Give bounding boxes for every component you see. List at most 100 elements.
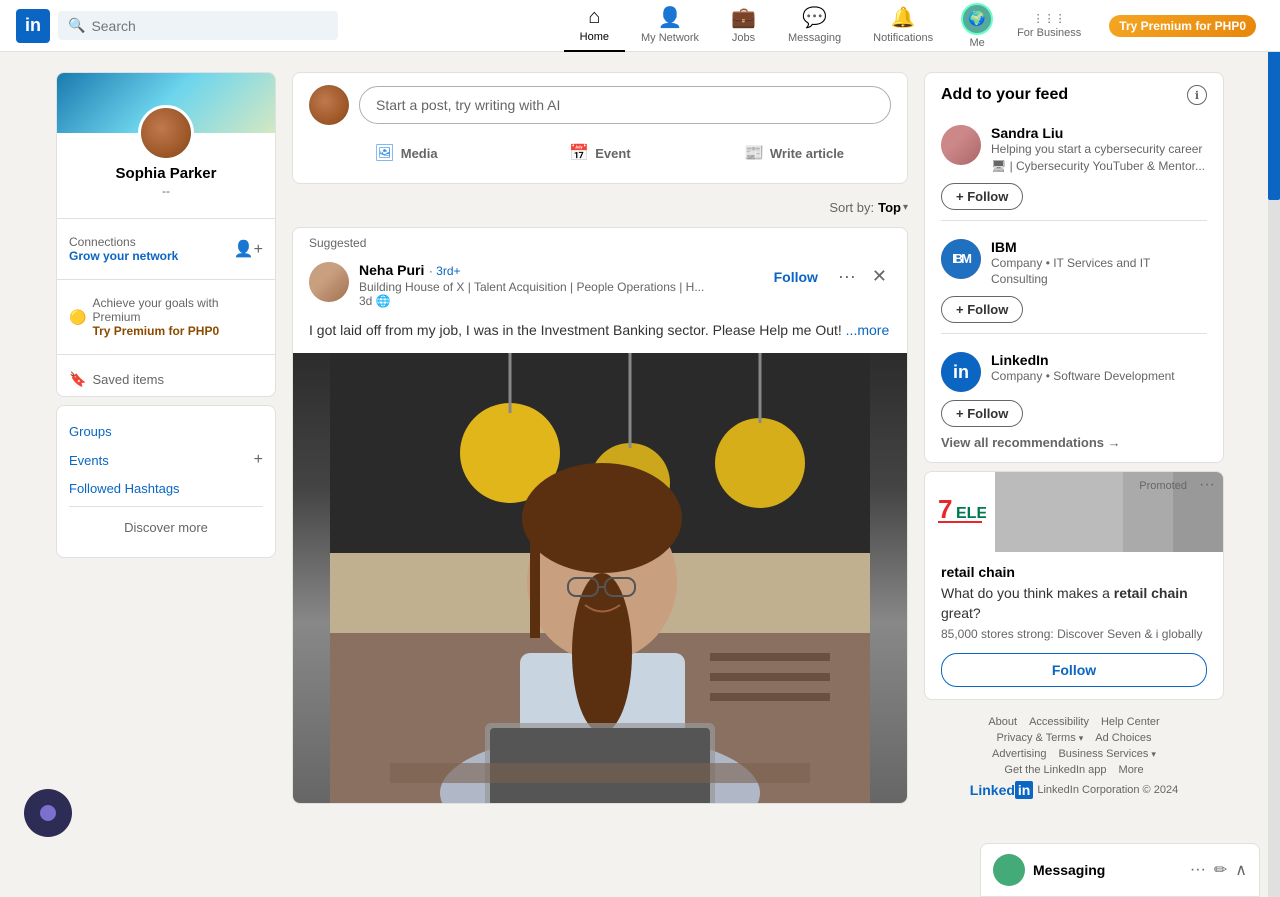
post-actions: 🖼 Media 📅 Event 📰 Write article	[309, 135, 891, 171]
privacy-chevron-icon: ▾	[1079, 733, 1084, 743]
info-icon[interactable]: ℹ	[1187, 85, 1207, 105]
footer-help-center[interactable]: Help Center	[1101, 716, 1160, 728]
post-input-row: Start a post, try writing with AI	[309, 85, 891, 125]
follow-button-sandra[interactable]: + Follow	[941, 183, 1023, 210]
linkedin-company-name[interactable]: LinkedIn	[991, 352, 1207, 368]
search-input[interactable]	[91, 18, 328, 34]
media-action[interactable]: 🖼 Media	[309, 135, 503, 171]
nav-messaging-label: Messaging	[788, 32, 841, 44]
footer-ad-choices[interactable]: Ad Choices	[1095, 732, 1151, 744]
sidebar-nav-card: Groups Events + Followed Hashtags Discov…	[56, 405, 276, 558]
sidebar-item-hashtags[interactable]: Followed Hashtags	[69, 475, 263, 502]
media-icon: 🖼	[374, 143, 394, 163]
sort-value[interactable]: Top	[878, 200, 901, 215]
ad-bold-text: retail chain	[1114, 585, 1188, 601]
premium-link[interactable]: Try Premium for PHP0	[92, 324, 263, 338]
follow-button-neha[interactable]: Follow	[766, 265, 826, 289]
footer-more[interactable]: More	[1119, 764, 1144, 776]
profile-avatar[interactable]	[138, 105, 194, 161]
sandra-name[interactable]: Sandra Liu	[991, 125, 1207, 141]
post-box: Start a post, try writing with AI 🖼 Medi…	[292, 72, 908, 184]
widget-header: Add to your feed ℹ	[941, 85, 1207, 105]
main-layout: Sophia Parker -- Connections Grow your n…	[40, 52, 1240, 826]
add-connection-icon[interactable]: 👤+	[234, 239, 263, 259]
event-icon: 📅	[569, 143, 589, 163]
footer: About Accessibility Help Center Privacy …	[924, 708, 1224, 806]
follow-button-ibm[interactable]: + Follow	[941, 296, 1023, 323]
post-input[interactable]: Start a post, try writing with AI	[359, 86, 891, 124]
footer-row-3: Advertising Business Services ▾	[924, 748, 1224, 760]
footer-row-1: About Accessibility Help Center	[924, 716, 1224, 728]
nav-for-business-label: For Business	[1017, 27, 1081, 39]
grid-icon: ⋮⋮⋮	[1033, 12, 1066, 25]
messaging-collapse-button[interactable]: ∧	[1235, 860, 1247, 880]
ibm-name[interactable]: IBM	[991, 239, 1207, 255]
premium-section: 🟡 Achieve your goals with Premium Try Pr…	[57, 288, 275, 346]
nav-for-business[interactable]: ⋮⋮⋮ For Business	[1005, 0, 1093, 52]
feed-author-name[interactable]: Neha Puri	[359, 262, 424, 278]
saved-items-section[interactable]: 🔖 Saved items	[57, 363, 275, 396]
globe-icon: 🌐	[376, 294, 391, 308]
widget-title: Add to your feed	[941, 86, 1068, 104]
events-plus-icon[interactable]: +	[254, 451, 263, 469]
feed-person-sandra: Sandra Liu Helping you start a cybersecu…	[941, 117, 1207, 183]
feed-author-avatar[interactable]	[309, 262, 349, 302]
nav-messaging[interactable]: 💬 Messaging	[772, 0, 857, 52]
footer-row-2: Privacy & Terms ▾ Ad Choices	[924, 732, 1224, 744]
profile-banner	[57, 73, 275, 133]
post-more-link[interactable]: ...more	[846, 322, 890, 338]
footer-accessibility[interactable]: Accessibility	[1029, 716, 1089, 728]
record-button[interactable]	[24, 789, 72, 837]
ad-follow-button[interactable]: Follow	[941, 653, 1207, 687]
linkedin-logo[interactable]: in	[16, 9, 50, 43]
premium-text: Achieve your goals with Premium	[92, 296, 263, 324]
footer-copyright: LinkedIn Corporation © 2024	[1037, 784, 1178, 796]
nav-jobs-label: Jobs	[732, 32, 755, 44]
grow-network-link[interactable]: Grow your network	[69, 249, 178, 263]
profile-dash: --	[69, 184, 263, 198]
footer-privacy[interactable]: Privacy & Terms ▾	[996, 732, 1083, 744]
sort-bar: Sort by: Top ▾	[292, 192, 908, 223]
footer-get-app[interactable]: Get the LinkedIn app	[1004, 764, 1106, 776]
footer-advertising[interactable]: Advertising	[992, 748, 1046, 760]
ad-body: retail chain What do you think makes a r…	[925, 552, 1223, 699]
messaging-title: Messaging	[1033, 862, 1182, 878]
feed-close-button[interactable]: ✕	[868, 262, 891, 291]
ibm-desc: Company • IT Services and IT Consulting	[991, 255, 1207, 289]
search-box[interactable]: 🔍	[58, 11, 338, 40]
messaging-header[interactable]: Messaging ··· ✏ ∧	[981, 844, 1259, 897]
event-action[interactable]: 📅 Event	[503, 135, 697, 171]
sort-chevron-icon: ▾	[903, 202, 908, 213]
hashtags-label: Followed Hashtags	[69, 481, 180, 496]
article-action[interactable]: 📰 Write article	[697, 135, 891, 171]
view-all-recommendations[interactable]: View all recommendations →	[941, 435, 1207, 450]
sandra-avatar[interactable]	[941, 125, 981, 165]
my-network-icon: 👤	[658, 5, 683, 30]
linkedin-company-avatar[interactable]: in	[941, 352, 981, 392]
nav-jobs[interactable]: 💼 Jobs	[715, 0, 772, 52]
top-nav: ⌂ Home 👤 My Network 💼 Jobs 💬 Messaging 🔔…	[564, 0, 1264, 52]
footer-about[interactable]: About	[988, 716, 1017, 728]
follow-button-linkedin-company[interactable]: + Follow	[941, 400, 1023, 427]
messaging-compose-button[interactable]: ✏	[1214, 860, 1227, 880]
sandra-info: Sandra Liu Helping you start a cybersecu…	[991, 125, 1207, 175]
connections-section[interactable]: Connections Grow your network 👤+	[57, 227, 275, 271]
ad-description: What do you think makes a retail chain g…	[941, 584, 1207, 623]
discover-more[interactable]: Discover more	[69, 511, 263, 545]
sidebar-left: Sophia Parker -- Connections Grow your n…	[56, 72, 276, 806]
nav-home[interactable]: ⌂ Home	[564, 0, 625, 52]
scrollbar[interactable]	[1268, 0, 1280, 897]
ad-more-button[interactable]: ···	[1199, 476, 1215, 494]
feed-more-button[interactable]: ···	[830, 262, 864, 291]
feed-card-header: Neha Puri · 3rd+ Building House of X | T…	[293, 250, 907, 320]
ibm-avatar[interactable]: IBM	[941, 239, 981, 279]
sidebar-item-groups[interactable]: Groups	[69, 418, 263, 445]
nav-me[interactable]: 🌍 Me	[949, 0, 1005, 52]
nav-premium[interactable]: Try Premium for PHP0	[1101, 0, 1264, 52]
footer-business-services[interactable]: Business Services ▾	[1058, 748, 1155, 760]
nav-notifications[interactable]: 🔔 Notifications	[857, 0, 949, 52]
sidebar-item-events[interactable]: Events +	[69, 445, 263, 475]
nav-my-network[interactable]: 👤 My Network	[625, 0, 715, 52]
post-image	[293, 353, 907, 803]
messaging-more-button[interactable]: ···	[1190, 860, 1206, 880]
